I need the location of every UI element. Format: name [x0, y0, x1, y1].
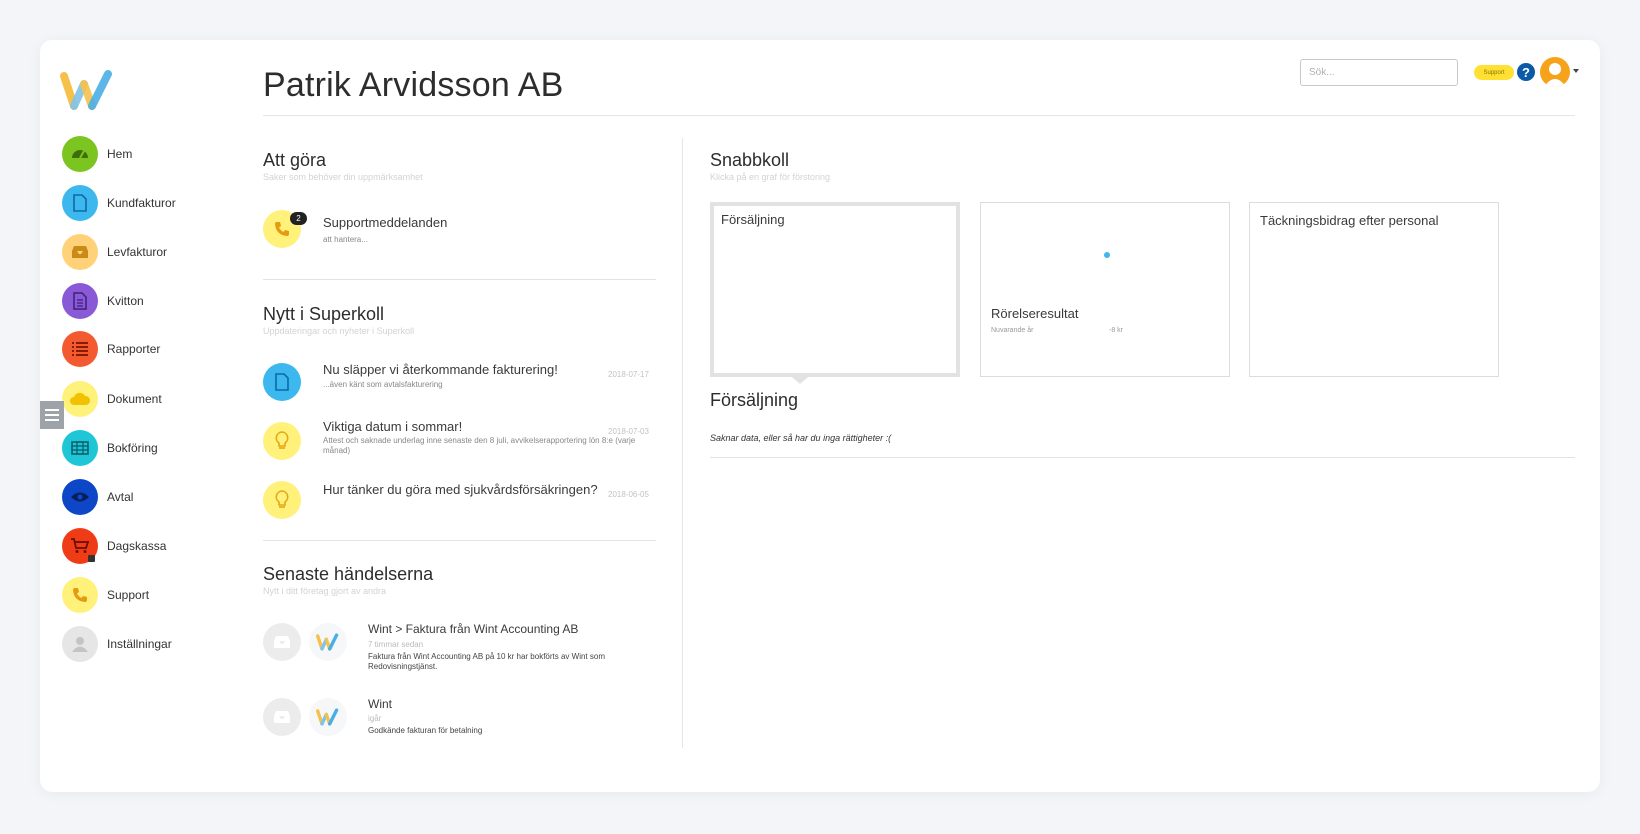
page-title: Patrik Arvidsson AB	[263, 66, 564, 104]
wint-avatar-icon	[309, 698, 347, 736]
sidebar-item-kvitton[interactable]: Kvitton	[62, 283, 262, 319]
lightbulb-icon	[263, 481, 301, 519]
sidebar-item-support[interactable]: Support	[62, 577, 262, 613]
quick-title: Snabbkoll	[710, 150, 790, 170]
todo-title: Att göra	[263, 150, 327, 170]
sidebar-item-label: Support	[107, 588, 150, 602]
avatar[interactable]	[1540, 57, 1570, 87]
news-item-date: 2018-06-05	[608, 490, 649, 499]
news-item-title[interactable]: Viktiga datum i sommar!	[323, 419, 462, 434]
hamburger-icon	[45, 409, 59, 411]
speedometer-icon	[62, 136, 98, 172]
tile-title: Rörelseresultat	[991, 306, 1079, 321]
event-time: igår	[368, 714, 382, 723]
sidebar-item-rapporter[interactable]: Rapporter	[62, 331, 262, 367]
table-grid-icon	[62, 430, 98, 466]
no-data-message: Saknar data, eller så har du inga rättig…	[710, 433, 892, 443]
selected-tile-pointer	[792, 377, 808, 384]
sidebar-item-kundfakturor[interactable]: Kundfakturor	[62, 185, 262, 221]
sidebar-item-label: Dagskassa	[107, 539, 167, 553]
section-divider	[263, 279, 656, 280]
main-card: Hem Kundfakturor Levfakturor Kvitton Rap…	[40, 40, 1600, 792]
sidebar-item-label: Rapporter	[107, 342, 161, 356]
chart-tile-forsaljning[interactable]: Försäljning	[710, 202, 960, 377]
tile-title: Täckningsbidrag efter personal	[1260, 213, 1439, 228]
sidebar-item-dokument[interactable]: Dokument	[62, 381, 262, 417]
inbox-tray-icon	[62, 234, 98, 270]
sidebar-item-label: Inställningar	[107, 637, 172, 651]
phone-icon	[62, 577, 98, 613]
news-item-sub: Attest och saknade underlag inne senaste…	[323, 436, 636, 455]
sidebar-item-hem[interactable]: Hem	[62, 136, 262, 172]
inbox-tray-icon	[263, 623, 301, 661]
list-icon	[62, 331, 98, 367]
search-input[interactable]	[1300, 59, 1458, 86]
sidebar-item-label: Levfakturor	[107, 245, 168, 259]
sidebar-item-bokforing[interactable]: Bokföring	[62, 430, 262, 466]
tile-meta-value: -8 kr	[1109, 327, 1123, 334]
lock-icon	[88, 555, 95, 562]
eye-icon	[62, 479, 98, 515]
events-subtitle: Nytt i ditt företag gjort av andra	[263, 586, 387, 596]
count-badge: 2	[290, 212, 307, 225]
event-body: Faktura från Wint Accounting AB på 10 kr…	[368, 652, 605, 671]
event-title[interactable]: Wint	[368, 697, 392, 711]
quick-subtitle: Klicka på en graf för förstoring	[710, 172, 831, 182]
tile-title: Försäljning	[721, 212, 785, 227]
sidebar-item-avtal[interactable]: Avtal	[62, 479, 262, 515]
event-time: 7 timmar sedan	[368, 640, 424, 649]
news-item-title[interactable]: Nu släpper vi återkommande fakturering!	[323, 362, 558, 377]
document-icon	[263, 363, 301, 401]
cart-icon	[62, 528, 98, 564]
news-title: Nytt i Superkoll	[263, 304, 385, 324]
wint-logo[interactable]	[60, 70, 116, 110]
news-subtitle: Uppdateringar och nyheter i Superkoll	[263, 326, 415, 336]
support-button[interactable]: Support	[1474, 65, 1514, 80]
chevron-down-icon[interactable]	[1573, 69, 1579, 73]
sidebar-item-label: Hem	[107, 147, 133, 161]
sidebar-item-label: Avtal	[107, 490, 134, 504]
sidebar-item-label: Bokföring	[107, 441, 158, 455]
news-item-date: 2018-07-17	[608, 370, 649, 379]
section-divider	[710, 457, 1575, 458]
cloud-icon	[62, 381, 98, 417]
document-icon	[62, 185, 98, 221]
wint-avatar-icon	[309, 623, 347, 661]
column-divider	[682, 138, 683, 748]
news-item-date: 2018-07-03	[608, 427, 649, 436]
inbox-tray-icon	[263, 698, 301, 736]
todo-item-sub: att hantera...	[323, 235, 368, 244]
sidebar-item-dagskassa[interactable]: Dagskassa	[62, 528, 262, 564]
sidebar-item-levfakturor[interactable]: Levfakturor	[62, 234, 262, 270]
chart-tile-tackningsbidrag[interactable]: Täckningsbidrag efter personal	[1249, 202, 1499, 377]
section-divider	[263, 540, 656, 541]
phone-icon[interactable]: 2	[263, 210, 307, 248]
tile-meta-label: Nuvarande år	[991, 327, 1034, 334]
user-icon	[62, 626, 98, 662]
header-divider	[263, 115, 1575, 116]
help-icon[interactable]: ?	[1517, 63, 1535, 81]
todo-subtitle: Saker som behöver din uppmärksamhet	[263, 172, 423, 182]
sales-title: Försäljning	[710, 390, 799, 410]
sidebar-item-label: Kundfakturor	[107, 196, 176, 210]
data-point	[1104, 252, 1110, 258]
event-title[interactable]: Wint > Faktura från Wint Accounting AB	[368, 622, 578, 636]
todo-item-title[interactable]: Supportmeddelanden	[323, 215, 447, 230]
receipt-icon	[62, 283, 98, 319]
news-item-sub: ...även känt som avtalsfakturering	[323, 380, 443, 389]
sidebar-item-label: Dokument	[107, 392, 162, 406]
events-title: Senaste händelserna	[263, 564, 434, 584]
lightbulb-icon	[263, 422, 301, 460]
sidebar-item-label: Kvitton	[107, 294, 144, 308]
news-item-title[interactable]: Hur tänker du göra med sjukvårdsförsäkri…	[323, 482, 598, 497]
chart-tile-rorelseresultat[interactable]: Rörelseresultat Nuvarande år -8 kr	[980, 202, 1230, 377]
event-body: Godkände fakturan för betalning	[368, 726, 483, 735]
menu-toggle-button[interactable]	[40, 401, 64, 429]
sidebar-item-installningar[interactable]: Inställningar	[62, 626, 262, 662]
